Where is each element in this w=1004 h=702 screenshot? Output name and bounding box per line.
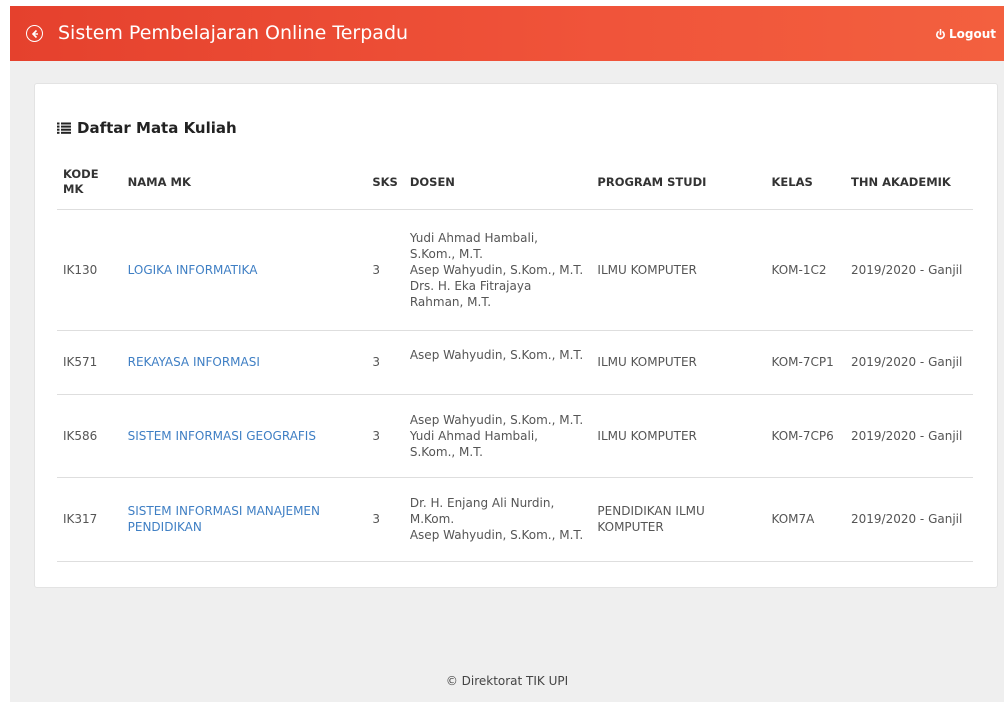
list-icon — [57, 122, 71, 134]
cell-dosen: Asep Wahyudin, S.Kom., M.T. Yudi Ahmad H… — [403, 394, 592, 478]
dosen-name: Asep Wahyudin, S.Kom., M.T. — [409, 528, 584, 542]
logout-label: Logout — [948, 27, 996, 41]
cell-dosen: Dr. H. Enjang Ali Nurdin, M.Kom. Asep Wa… — [403, 477, 592, 562]
table-row: IK317 SISTEM INFORMASI MANAJEMEN PENDIDI… — [57, 477, 973, 562]
course-list-card: Daftar Mata Kuliah KODE MK NAMA MK SKS D… — [34, 83, 998, 588]
course-table: KODE MK NAMA MK SKS DOSEN PROGRAM STUDI … — [57, 156, 973, 562]
cell-nama: SISTEM INFORMASI MANAJEMEN PENDIDIKAN — [121, 477, 367, 562]
cell-thn: 2019/2020 - Ganjil — [844, 209, 973, 331]
dosen-name: Asep Wahyudin, S.Kom., M.T. — [409, 262, 584, 277]
table-row: IK571 REKAYASA INFORMASI 3 Asep Wahyudin… — [57, 330, 973, 395]
footer-copyright: © Direktorat TIK UPI — [445, 674, 569, 688]
cell-kode: IK586 — [57, 394, 122, 478]
cell-thn: 2019/2020 - Ganjil — [844, 394, 973, 478]
cell-nama: SISTEM INFORMASI GEOGRAFIS — [121, 394, 367, 478]
cell-prodi: ILMU KOMPUTER — [591, 394, 766, 478]
cell-kelas: KOM-1C2 — [765, 209, 845, 331]
dosen-name: Asep Wahyudin, S.Kom., M.T. — [409, 347, 584, 362]
cell-dosen: Yudi Ahmad Hambali, S.Kom., M.T. Asep Wa… — [403, 209, 592, 331]
cell-kode: IK317 — [57, 477, 122, 562]
logout-button[interactable]: Logout — [935, 27, 996, 41]
cell-nama: LOGIKA INFORMATIKA — [121, 209, 367, 331]
dosen-name: Drs. H. Eka Fitrajaya Rahman, M.T. — [409, 278, 532, 309]
col-header-thn: THN AKADEMIK — [844, 156, 973, 210]
course-link[interactable]: SISTEM INFORMASI GEOGRAFIS — [128, 429, 316, 443]
power-icon — [936, 28, 945, 39]
card-title: Daftar Mata Kuliah — [57, 119, 237, 137]
cell-prodi: PENDIDIKAN ILMU KOMPUTER — [591, 477, 766, 562]
cell-sks: 3 — [366, 394, 404, 478]
card-title-text: Daftar Mata Kuliah — [77, 119, 237, 137]
col-header-sks: SKS — [366, 156, 404, 210]
dosen-name: Asep Wahyudin, S.Kom., M.T. — [409, 412, 584, 427]
cell-sks: 3 — [366, 330, 404, 395]
course-link[interactable]: SISTEM INFORMASI MANAJEMEN PENDIDIKAN — [128, 504, 320, 534]
cell-sks: 3 — [366, 477, 404, 562]
top-navbar: Sistem Pembelajaran Online Terpadu Logou… — [10, 6, 1004, 61]
col-header-prodi: PROGRAM STUDI — [591, 156, 766, 210]
cell-kelas: KOM7A — [765, 477, 845, 562]
cell-kelas: KOM-7CP1 — [765, 330, 845, 395]
cell-thn: 2019/2020 - Ganjil — [844, 477, 973, 562]
app-frame: Sistem Pembelajaran Online Terpadu Logou… — [10, 6, 1004, 702]
table-row: IK130 LOGIKA INFORMATIKA 3 Yudi Ahmad Ha… — [57, 209, 973, 331]
cell-prodi: ILMU KOMPUTER — [591, 330, 766, 395]
cell-kelas: KOM-7CP6 — [765, 394, 845, 478]
cell-dosen: Asep Wahyudin, S.Kom., M.T. — [403, 330, 592, 395]
dosen-name: Yudi Ahmad Hambali, S.Kom., M.T. — [409, 428, 538, 459]
table-row: IK586 SISTEM INFORMASI GEOGRAFIS 3 Asep … — [57, 394, 973, 478]
cell-kode: IK571 — [57, 330, 122, 395]
dosen-name: Dr. H. Enjang Ali Nurdin, M.Kom. — [409, 496, 555, 526]
col-header-kode: KODE MK — [57, 156, 122, 210]
cell-sks: 3 — [366, 209, 404, 331]
col-header-kelas: KELAS — [765, 156, 845, 210]
course-link[interactable]: REKAYASA INFORMASI — [128, 355, 260, 369]
col-header-dosen: DOSEN — [403, 156, 592, 210]
dosen-name: Yudi Ahmad Hambali, S.Kom., M.T. — [409, 230, 538, 261]
arrow-circle-left-icon[interactable] — [26, 25, 43, 42]
col-header-nama: NAMA MK — [121, 156, 367, 210]
cell-kode: IK130 — [57, 209, 122, 331]
table-header-row: KODE MK NAMA MK SKS DOSEN PROGRAM STUDI … — [57, 156, 973, 210]
cell-thn: 2019/2020 - Ganjil — [844, 330, 973, 395]
course-link[interactable]: LOGIKA INFORMATIKA — [128, 263, 258, 277]
cell-prodi: ILMU KOMPUTER — [591, 209, 766, 331]
cell-nama: REKAYASA INFORMASI — [121, 330, 367, 395]
app-title: Sistem Pembelajaran Online Terpadu — [58, 22, 409, 44]
